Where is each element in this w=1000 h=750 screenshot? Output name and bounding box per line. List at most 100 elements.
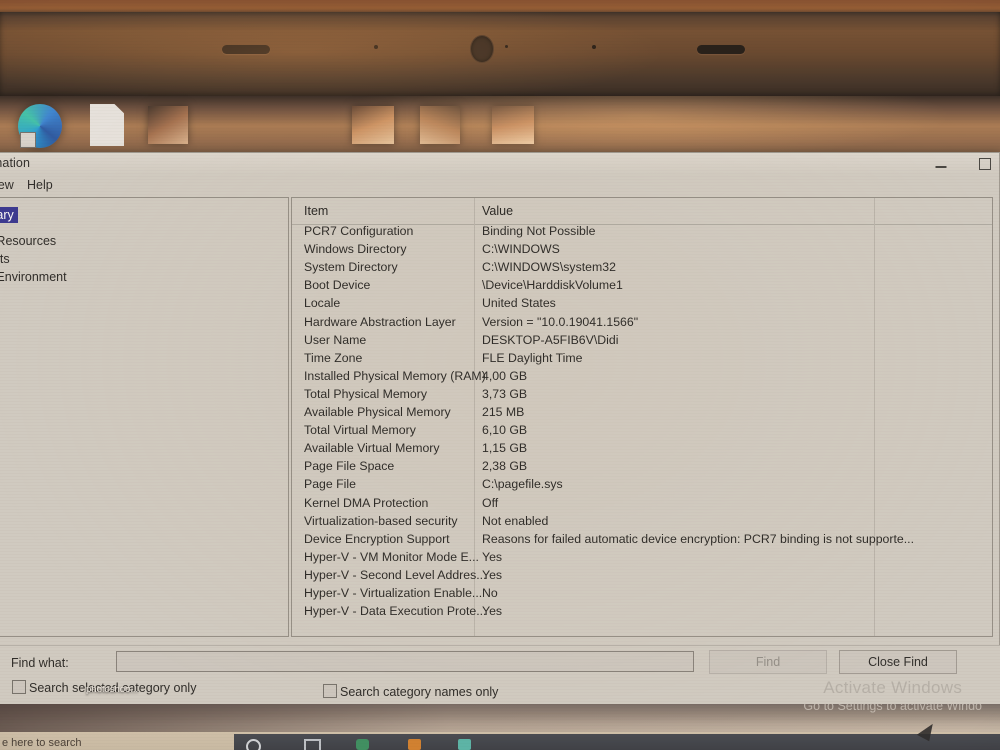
- table-row[interactable]: PCR7 Configuration Binding Not Possible: [292, 224, 992, 242]
- app-green-icon[interactable]: [356, 739, 369, 750]
- photo-thumbnail-icon[interactable]: [148, 106, 188, 144]
- table-row[interactable]: Virtualization-based security Not enabled: [292, 514, 992, 532]
- minimize-icon: [935, 166, 947, 168]
- row-item-label: Total Virtual Memory: [304, 423, 416, 438]
- table-row[interactable]: Available Physical Memory 215 MB: [292, 405, 992, 423]
- row-item-value: 4,00 GB: [482, 368, 528, 383]
- row-item-value: DESKTOP-A5FIB6V\Didi: [482, 332, 619, 347]
- checkbox-box-icon: [323, 684, 337, 698]
- row-item-label: Device Encryption Support: [304, 531, 450, 546]
- document-icon[interactable]: [90, 104, 124, 146]
- row-item-label: Installed Physical Memory (RAM): [304, 368, 486, 383]
- table-row[interactable]: Hyper-V - VM Monitor Mode E... Yes: [292, 550, 992, 568]
- table-row[interactable]: Installed Physical Memory (RAM) 4,00 GB: [292, 369, 992, 387]
- taskbar-search-box[interactable]: e here to search: [2, 737, 82, 749]
- row-item-label: Locale: [304, 296, 341, 311]
- row-item-value: 2,38 GB: [482, 459, 528, 474]
- table-row[interactable]: Kernel DMA Protection Off: [292, 496, 992, 514]
- webcam-icon: [470, 35, 494, 63]
- cortana-icon[interactable]: [246, 739, 261, 750]
- table-row[interactable]: Page File Space 2,38 GB: [292, 459, 992, 477]
- row-item-value: C:\WINDOWS: [482, 242, 560, 257]
- table-row[interactable]: Available Virtual Memory 1,15 GB: [292, 441, 992, 459]
- list-header-row: Item Value: [292, 198, 992, 225]
- photo-thumbnail-icon[interactable]: [492, 106, 534, 144]
- tree-item-software-environment[interactable]: e Environment: [0, 270, 67, 284]
- table-row[interactable]: Hardware Abstraction Layer Version = "10.…: [292, 315, 992, 333]
- row-item-value: Not enabled: [482, 513, 549, 528]
- row-item-value: 1,15 GB: [482, 441, 528, 456]
- row-item-value: No: [482, 586, 498, 600]
- table-row[interactable]: Page File C:\pagefile.sys: [292, 477, 992, 495]
- table-row[interactable]: Total Virtual Memory 6,10 GB: [292, 423, 992, 441]
- row-item-value: C:\pagefile.sys: [482, 477, 563, 492]
- microphone-grille-right-icon: [697, 45, 745, 54]
- table-row[interactable]: Hyper-V - Virtualization Enable... No: [292, 586, 992, 604]
- photo-thumbnail-icon[interactable]: [352, 106, 394, 144]
- laptop-photo: formation iew Help mary e Resources ents…: [0, 0, 1000, 750]
- table-row[interactable]: Boot Device \Device\HarddiskVolume1: [292, 278, 992, 296]
- details-rows: PCR7 Configuration Binding Not Possible Wi…: [292, 224, 992, 636]
- desktop-icon-label: photoshoo...: [86, 684, 139, 695]
- row-item-value: Yes: [482, 567, 503, 582]
- row-item-value: 3,73 GB: [482, 386, 528, 401]
- row-item-label: Hyper-V - Virtualization Enable...: [304, 586, 483, 600]
- search-category-names-checkbox[interactable]: Search category names only: [323, 684, 498, 699]
- row-item-value: Binding Not Possible: [482, 224, 596, 238]
- window-body: mary e Resources ents e Environment Item…: [0, 197, 1000, 643]
- minimize-button[interactable]: [919, 153, 963, 175]
- row-item-label: Available Virtual Memory: [304, 441, 440, 456]
- find-input[interactable]: [116, 651, 694, 672]
- checkbox-box-icon: [12, 680, 26, 694]
- row-item-label: Hardware Abstraction Layer: [304, 314, 456, 329]
- close-find-button[interactable]: Close Find: [839, 650, 957, 674]
- activation-watermark: Activate Windows Go to Settings to activ…: [803, 678, 982, 713]
- row-item-label: Time Zone: [304, 350, 363, 365]
- task-view-icon[interactable]: [304, 739, 321, 750]
- column-header-value[interactable]: Value: [482, 204, 513, 218]
- table-row[interactable]: Windows Directory C:\WINDOWS: [292, 242, 992, 260]
- row-item-label: Hyper-V - Data Execution Prote...: [304, 604, 487, 619]
- table-row[interactable]: User Name DESKTOP-A5FIB6V\Didi: [292, 333, 992, 351]
- microphone-grille-left-icon: [222, 45, 270, 54]
- table-row[interactable]: Total Physical Memory 3,73 GB: [292, 387, 992, 405]
- window-title-bar[interactable]: formation: [0, 153, 999, 175]
- tree-item-system-summary[interactable]: mary: [0, 207, 18, 223]
- row-item-label: Boot Device: [304, 278, 371, 293]
- row-item-value: Yes: [482, 549, 503, 564]
- row-item-label: Page File: [304, 477, 356, 492]
- tree-item-hardware-resources[interactable]: e Resources: [0, 234, 56, 248]
- column-header-item[interactable]: Item: [304, 204, 328, 218]
- find-what-label: Find what:: [11, 656, 69, 670]
- find-button[interactable]: Find: [709, 650, 827, 674]
- table-row[interactable]: Device Encryption Support Reasons for fai…: [292, 532, 992, 550]
- app-teal-icon[interactable]: [458, 739, 471, 750]
- laptop-bezel: [0, 12, 1000, 98]
- tree-item-components[interactable]: ents: [0, 252, 10, 266]
- desktop-wallpaper: [0, 96, 1000, 158]
- table-row[interactable]: Hyper-V - Data Execution Prote... Yes: [292, 604, 992, 622]
- app-orange-icon[interactable]: [408, 739, 421, 750]
- table-row[interactable]: Hyper-V - Second Level Addres... Yes: [292, 568, 992, 586]
- row-item-value: 6,10 GB: [482, 423, 528, 438]
- taskbar-dark-section[interactable]: [234, 734, 1000, 750]
- row-item-value: 215 MB: [482, 405, 525, 419]
- row-item-label: Total Physical Memory: [304, 386, 428, 401]
- category-tree-pane[interactable]: mary e Resources ents e Environment: [0, 197, 289, 637]
- table-row[interactable]: Locale United States: [292, 296, 992, 314]
- details-list-pane[interactable]: Item Value PCR7 Configuration Binding Not…: [291, 197, 993, 637]
- row-item-label: Page File Space: [304, 459, 395, 474]
- row-item-label: System Directory: [304, 260, 398, 275]
- menu-item-view[interactable]: iew: [0, 178, 14, 192]
- photo-thumbnail-icon[interactable]: [420, 106, 460, 144]
- menu-bar: iew Help: [0, 175, 999, 197]
- table-row[interactable]: System Directory C:\WINDOWS\system32: [292, 260, 992, 278]
- edge-browser-icon[interactable]: [18, 104, 62, 148]
- menu-item-help[interactable]: Help: [27, 178, 53, 192]
- search-category-names-label: Search category names only: [340, 685, 499, 699]
- camera-led-icon: [505, 45, 508, 48]
- table-row[interactable]: Time Zone FLE Daylight Time: [292, 351, 992, 369]
- watermark-line-2: Go to Settings to activate Windo: [803, 699, 982, 713]
- maximize-button[interactable]: [963, 153, 1000, 175]
- row-item-label: Hyper-V - VM Monitor Mode E...: [304, 549, 479, 564]
